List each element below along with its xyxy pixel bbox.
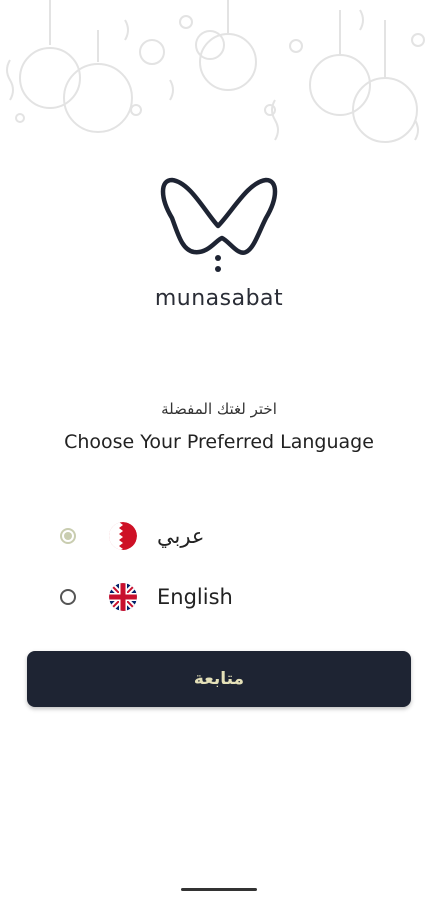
language-option-english[interactable]: English: [50, 577, 350, 617]
ornament-decoration: [6, 0, 425, 143]
munasabat-logo: [160, 177, 278, 272]
uk-flag-icon: [109, 583, 137, 611]
language-option-arabic[interactable]: عربي: [50, 516, 350, 556]
radio-arabic[interactable]: [60, 528, 76, 544]
brand-name: munasabat: [154, 286, 284, 311]
bahrain-flag-icon: [109, 522, 137, 550]
home-indicator[interactable]: [181, 888, 257, 891]
radio-english[interactable]: [60, 589, 76, 605]
language-label-english: English: [157, 585, 233, 609]
language-prompt-english: Choose Your Preferred Language: [64, 431, 374, 453]
continue-button[interactable]: متابعة: [27, 651, 411, 707]
language-label-arabic: عربي: [157, 524, 205, 548]
language-prompt-arabic: اختر لغتك المفضلة: [161, 400, 277, 418]
